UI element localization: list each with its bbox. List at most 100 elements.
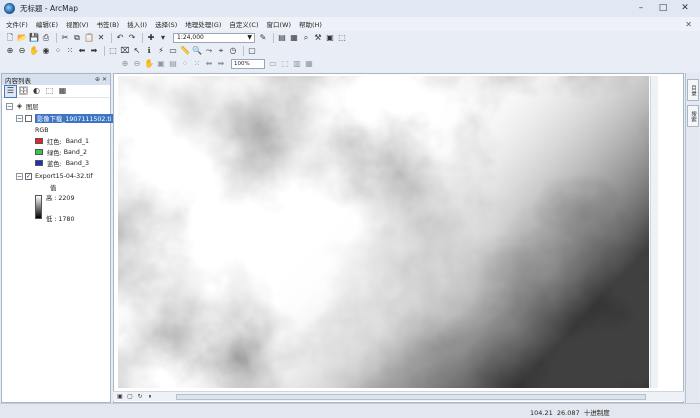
change-layout-icon: ▥	[293, 59, 301, 68]
cut-icon[interactable]: ✂	[60, 33, 70, 43]
full-extent-icon[interactable]: ◉	[41, 46, 51, 56]
list-by-selection-icon[interactable]: ⬚	[44, 86, 55, 97]
fixed-zoom-in-layout-icon: ⁘	[181, 59, 189, 68]
refresh-icon[interactable]: ↻	[136, 393, 144, 401]
layout-zoom-combobox: 100%	[231, 59, 265, 69]
table-of-contents-panel: 内容列表 ⊕ ✕ ☰ 🗄 ◐ ⬚ ▦ − ◈ 图层 − 影像下载_1907111…	[1, 73, 114, 403]
go-to-xy-icon[interactable]: ⌖	[216, 46, 226, 56]
layout-zoom-out-icon: ⊖	[133, 59, 141, 68]
save-icon[interactable]: 💾	[29, 33, 39, 43]
create-viewer-window-icon[interactable]: ▢	[247, 46, 257, 56]
select-features-icon[interactable]: ⬚	[108, 46, 118, 56]
toc-toolbar: ☰ 🗄 ◐ ⬚ ▦	[2, 84, 110, 98]
delete-icon[interactable]: ✕	[96, 33, 106, 43]
search-tab[interactable]: 搜索	[687, 105, 699, 127]
new-document-icon[interactable]: 🗋	[5, 33, 15, 43]
separator	[273, 32, 274, 43]
menu-file[interactable]: 文件(F)	[6, 19, 28, 29]
zoom-out-icon[interactable]: ⊖	[17, 46, 27, 56]
open-icon[interactable]: 📂	[17, 33, 27, 43]
layer-visibility-checkbox[interactable]: ✓	[25, 172, 32, 180]
arctoolbox-icon[interactable]: ⚒	[313, 33, 323, 43]
collapse-icon[interactable]: −	[6, 102, 13, 110]
measure-icon[interactable]: 📏	[180, 46, 190, 56]
fixed-zoom-in-icon[interactable]: ⁘	[53, 46, 63, 56]
close-icon[interactable]: ✕	[674, 2, 696, 14]
maximize-icon[interactable]: □	[652, 2, 674, 14]
time-slider-icon[interactable]: ◷	[228, 46, 238, 56]
menu-bookmarks[interactable]: 书签(B)	[97, 19, 120, 29]
menu-view[interactable]: 视图(V)	[66, 19, 89, 29]
add-data-icon[interactable]: ✚	[146, 33, 156, 43]
layer-item[interactable]: − ✓ Export15-04-32.tif	[16, 171, 93, 181]
menu-close-icon[interactable]: ✕	[685, 20, 692, 29]
options-icon[interactable]: ▦	[57, 86, 68, 97]
menu-bar: 文件(F) 编辑(E) 视图(V) 书签(B) 插入(I) 选择(S) 地理处理…	[0, 17, 700, 31]
python-window-icon[interactable]: ▣	[325, 33, 335, 43]
pin-close-icon[interactable]: ⊕ ✕	[95, 76, 107, 83]
identify-icon[interactable]: ℹ	[144, 46, 154, 56]
back-extent-icon[interactable]: ⬅	[77, 46, 87, 56]
menu-insert[interactable]: 插入(I)	[127, 19, 147, 29]
clear-selection-icon[interactable]: ⌧	[120, 46, 130, 56]
find-icon[interactable]: 🔍	[192, 46, 202, 56]
editor-toolbar-icon[interactable]: ✎	[258, 33, 268, 43]
layer-name[interactable]: Export15-04-32.tif	[35, 173, 93, 180]
forward-extent-icon[interactable]: ➡	[89, 46, 99, 56]
table-of-contents-icon[interactable]: ▤	[277, 33, 287, 43]
layers-root[interactable]: − ◈ 图层	[6, 101, 39, 111]
data-view-icon[interactable]: ▣	[116, 393, 124, 401]
find-route-icon[interactable]: ⤳	[204, 46, 214, 56]
zoom-in-icon[interactable]: ⊕	[5, 46, 15, 56]
coordinate-readout: 104.21 26.087 十进制度	[530, 407, 610, 417]
coord-units: 十进制度	[583, 409, 610, 417]
layer-item[interactable]: − 影像下载_1907111502.ti	[16, 113, 114, 123]
title-bar: 无标题 - ArcMap – □ ✕	[0, 0, 700, 17]
layer-visibility-checkbox[interactable]	[25, 114, 32, 122]
band-label: 红色:	[47, 138, 62, 146]
list-by-source-icon[interactable]: 🗄	[18, 86, 29, 97]
menu-selection[interactable]: 选择(S)	[155, 19, 177, 29]
separator	[142, 32, 143, 43]
print-icon[interactable]: ⎙	[41, 33, 51, 43]
redo-icon[interactable]: ↷	[127, 33, 137, 43]
fixed-zoom-out-layout-icon: ⁙	[193, 59, 201, 68]
collapse-icon[interactable]: −	[16, 114, 23, 122]
modelbuilder-icon[interactable]: ⬚	[337, 33, 347, 43]
menu-geoprocessing[interactable]: 地理处理(G)	[185, 19, 221, 29]
arcmap-globe-icon	[4, 3, 15, 14]
band-value: Band_1	[65, 137, 90, 145]
vertical-scrollbar[interactable]	[650, 76, 658, 388]
paste-icon[interactable]: 📋	[84, 33, 94, 43]
status-bar: 104.21 26.087 十进制度	[0, 403, 700, 418]
dem-raster-map[interactable]	[118, 76, 649, 388]
select-elements-icon[interactable]: ↖	[132, 46, 142, 56]
band-row-blue: 蓝色: Band_3	[35, 158, 89, 168]
layer-name-selected[interactable]: 影像下载_1907111502.ti	[35, 113, 114, 123]
search-window-icon[interactable]: ⌕	[301, 33, 311, 43]
catalog-tab[interactable]: 目录	[687, 79, 699, 101]
list-by-visibility-icon[interactable]: ◐	[31, 86, 42, 97]
map-scale-combobox[interactable]: 1:24,000 ▼	[173, 32, 255, 43]
minimize-icon[interactable]: –	[630, 2, 652, 14]
menu-customize[interactable]: 自定义(C)	[229, 19, 258, 29]
hyperlink-icon[interactable]: ⚡	[156, 46, 166, 56]
horizontal-scrollbar[interactable]	[176, 393, 646, 400]
menu-windows[interactable]: 窗口(W)	[267, 19, 292, 29]
legend-field-label: 值	[50, 184, 57, 192]
list-by-drawing-order-icon[interactable]: ☰	[4, 84, 17, 98]
html-popup-icon[interactable]: ▭	[168, 46, 178, 56]
menu-help[interactable]: 帮助(H)	[299, 19, 322, 29]
fixed-zoom-out-icon[interactable]: ⁙	[65, 46, 75, 56]
pan-icon[interactable]: ✋	[29, 46, 39, 56]
toggle-draft-mode-icon: ▭	[269, 59, 277, 68]
menu-edit[interactable]: 编辑(E)	[36, 19, 58, 29]
layout-view-icon[interactable]: ▢	[126, 393, 134, 401]
chevron-down-icon[interactable]: ▾	[158, 33, 168, 43]
pause-drawing-icon[interactable]: ⏸	[146, 393, 154, 401]
copy-icon[interactable]: ⧉	[72, 33, 82, 43]
undo-icon[interactable]: ↶	[115, 33, 125, 43]
collapse-icon[interactable]: −	[16, 172, 23, 180]
catalog-window-icon[interactable]: ▦	[289, 33, 299, 43]
map-scale-value: 1:24,000	[177, 34, 204, 41]
